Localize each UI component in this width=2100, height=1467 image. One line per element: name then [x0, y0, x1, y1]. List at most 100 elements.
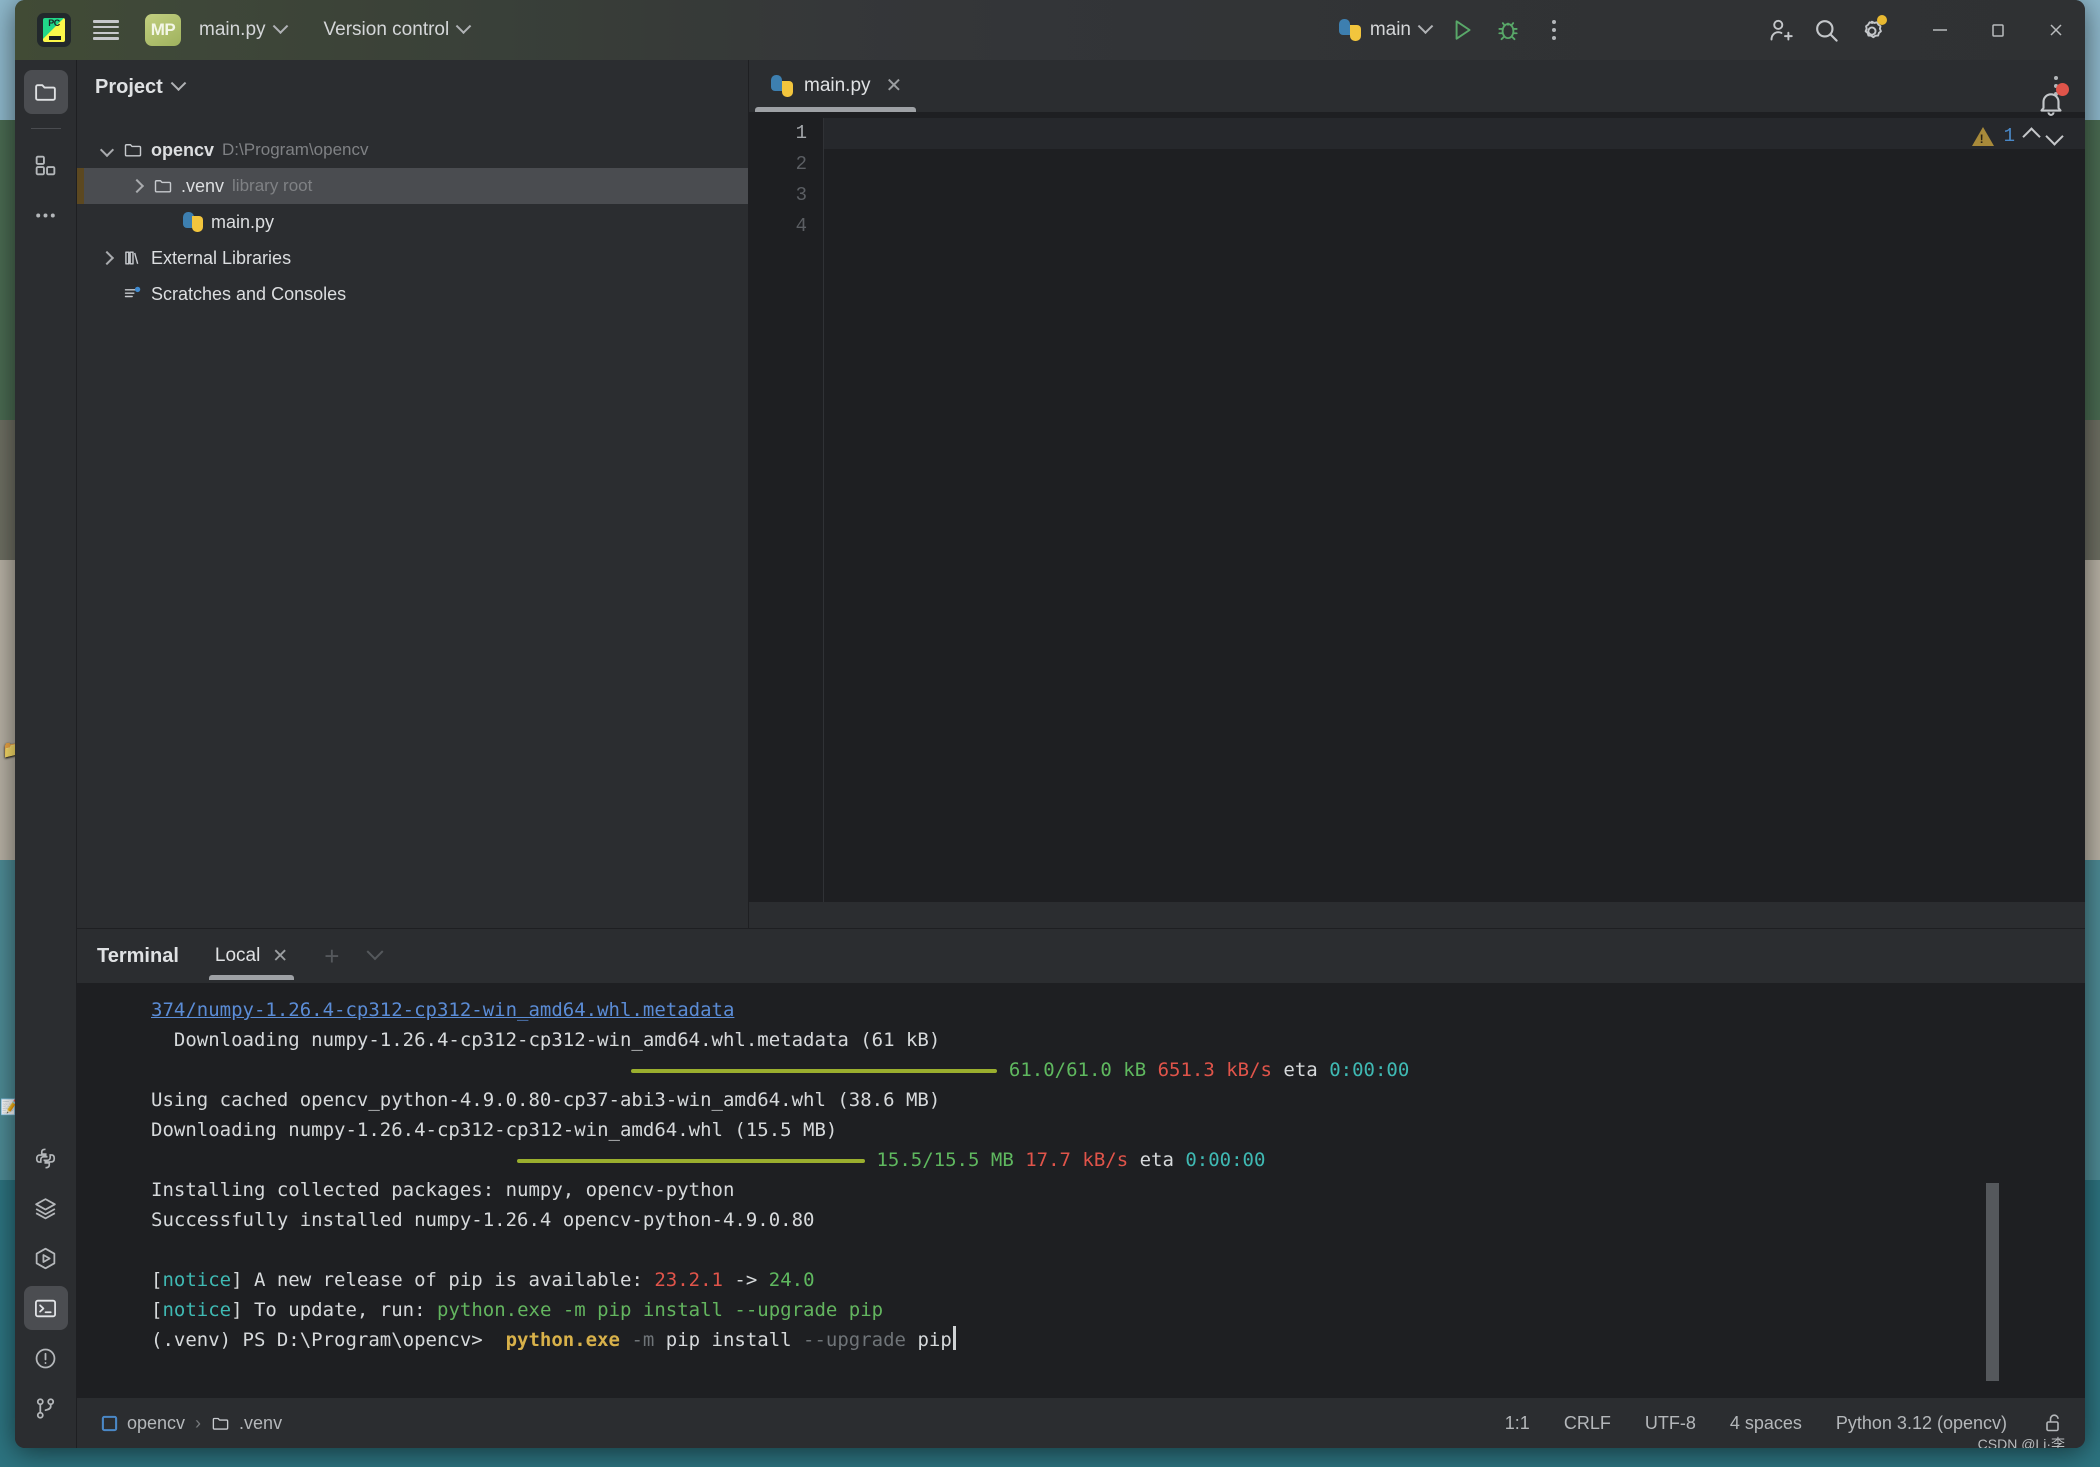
terminal-text: ] A new release of pip is available:: [231, 1269, 655, 1291]
bookmarks-tool-icon[interactable]: [24, 143, 68, 187]
editor-area: main.py ✕ 1 2 3 4 ! 1: [749, 60, 2085, 928]
python-console-icon[interactable]: [24, 1136, 68, 1180]
terminal-text: eta: [1271, 1059, 1330, 1081]
terminal-title: Terminal: [97, 944, 179, 967]
more-dots: [1539, 15, 1569, 45]
terminal-line: [notice] A new release of pip is availab…: [77, 1265, 2085, 1295]
run-configuration-selector[interactable]: main: [1331, 13, 1439, 47]
tree-row-opencv[interactable]: opencv D:\Program\opencv: [77, 132, 748, 168]
warning-triangle-icon: [1971, 126, 1994, 146]
terminal-text: 374/numpy-1.26.4-cp312-cp312-win_amd64.w…: [151, 999, 735, 1021]
services-layers-icon[interactable]: [24, 1186, 68, 1230]
tree-row-scratches[interactable]: Scratches and Consoles: [77, 276, 748, 312]
problems-icon[interactable]: [24, 1336, 68, 1380]
terminal-text: Installing collected packages: numpy, op…: [151, 1179, 735, 1201]
terminal-line: [notice] To update, run: python.exe -m p…: [77, 1295, 2085, 1325]
project-tool-icon[interactable]: [23, 70, 68, 114]
run-hexagon-icon[interactable]: [24, 1236, 68, 1280]
status-right-group: 1:1 CRLF UTF-8 4 spaces Python 3.12 (ope…: [1505, 1410, 2067, 1449]
terminal-text: 61.0/61.0 kB: [997, 1059, 1158, 1081]
terminal-output[interactable]: 374/numpy-1.26.4-cp312-cp312-win_amd64.w…: [77, 983, 2085, 1398]
chevron-down-icon[interactable]: [366, 943, 384, 961]
tree-sublabel: library root: [232, 176, 313, 195]
debug-button[interactable]: [1485, 7, 1531, 53]
window-body: Project opencv D:\Program\opencv .venv l…: [15, 60, 2085, 1448]
line-number: 2: [795, 153, 807, 175]
run-button[interactable]: [1439, 7, 1485, 53]
tree-label: External Libraries: [151, 247, 292, 268]
page-title: Project: [95, 75, 163, 98]
terminal-line: Installing collected packages: numpy, op…: [77, 1175, 2085, 1205]
chevron-down-icon[interactable]: [99, 142, 115, 158]
terminal-line: Downloading numpy-1.26.4-cp312-cp312-win…: [77, 1115, 2085, 1145]
search-icon[interactable]: [1803, 7, 1849, 53]
terminal-text: 0:00:00: [1185, 1149, 1266, 1171]
hamburger-menu-icon[interactable]: [93, 20, 119, 40]
add-user-icon[interactable]: [1757, 7, 1803, 53]
breadcrumb-venv[interactable]: .venv: [211, 1413, 282, 1434]
chevron-down-icon: [1417, 17, 1434, 34]
file-encoding[interactable]: UTF-8: [1645, 1413, 1696, 1434]
indent-setting[interactable]: 4 spaces: [1730, 1413, 1802, 1434]
project-tree: opencv D:\Program\opencv .venv library r…: [77, 114, 748, 312]
tree-label: opencv: [151, 139, 215, 160]
tree-label: main.py: [211, 211, 275, 232]
terminal-text: 651.3 kB/s: [1157, 1059, 1272, 1081]
settings-gear-icon[interactable]: [1849, 7, 1895, 53]
python-interpreter[interactable]: Python 3.12 (opencv): [1836, 1413, 2007, 1434]
tree-row-mainpy[interactable]: main.py: [77, 204, 748, 240]
terminal-text: ] To update, run:: [231, 1299, 437, 1321]
tab-main-py[interactable]: main.py ✕: [749, 60, 923, 112]
tree-sublabel: D:\Program\opencv: [222, 140, 369, 159]
terminal-text: Using cached opencv_python-4.9.0.80-cp37…: [151, 1089, 941, 1111]
chevron-down-icon[interactable]: [170, 74, 187, 91]
terminal-cursor: [952, 1326, 956, 1350]
maximize-button[interactable]: [1969, 0, 2027, 60]
line-separator[interactable]: CRLF: [1564, 1413, 1611, 1434]
editor-canvas[interactable]: 1 2 3 4 ! 1: [749, 112, 2085, 902]
chevron-right-icon[interactable]: [129, 178, 145, 194]
status-bar: opencv › .venv 1:1 CRLF UTF-8 4 spaces P…: [77, 1398, 2085, 1448]
editor-bottom-strip: [749, 902, 2085, 928]
terminal-text: 17.7 kB/s: [1025, 1149, 1129, 1171]
terminal-text: 24.0: [768, 1269, 815, 1291]
project-square-icon: [101, 1415, 118, 1432]
close-icon[interactable]: ✕: [272, 945, 288, 968]
download-progress-bar: [631, 1068, 998, 1073]
notifications-bell-icon[interactable]: [2024, 76, 2078, 130]
terminal-text: [: [151, 1269, 163, 1291]
chevron-right-icon[interactable]: [99, 250, 115, 266]
more-tool-windows-icon[interactable]: [24, 193, 68, 237]
unlocked-padlock-icon[interactable]: [2041, 1410, 2067, 1436]
tree-row-venv[interactable]: .venv library root: [77, 168, 748, 204]
tree-row-external-libraries[interactable]: External Libraries: [77, 240, 748, 276]
close-button[interactable]: [2027, 0, 2085, 60]
terminal-line: 61.0/61.0 kB 651.3 kB/s eta 0:00:00: [77, 1055, 2085, 1085]
cursor-position[interactable]: 1:1: [1505, 1413, 1530, 1434]
terminal-scrollbar[interactable]: [1986, 1183, 1999, 1381]
python-icon: [1338, 19, 1361, 41]
terminal-tab-local[interactable]: Local ✕: [208, 933, 295, 980]
python-file-icon: [183, 212, 203, 232]
folder-icon: [123, 140, 143, 160]
breadcrumb-label: opencv: [127, 1412, 186, 1433]
new-terminal-tab-icon[interactable]: +: [324, 943, 339, 969]
minimize-button[interactable]: [1911, 0, 1969, 60]
left-tool-rail: [15, 60, 77, 1448]
more-vertical-icon[interactable]: [1531, 7, 1577, 53]
project-badge[interactable]: MP: [145, 14, 181, 46]
code-line: [824, 118, 2085, 149]
close-icon[interactable]: ✕: [886, 76, 903, 96]
main-content: Project opencv D:\Program\opencv .venv l…: [77, 60, 2085, 1448]
version-control-dropdown[interactable]: Version control: [316, 13, 478, 47]
git-branch-icon[interactable]: [24, 1386, 68, 1430]
terminal-icon[interactable]: [23, 1286, 68, 1330]
file-dropdown[interactable]: main.py: [191, 13, 294, 47]
breadcrumb-project[interactable]: opencv: [101, 1413, 185, 1434]
terminal-header: Terminal Local ✕ +: [77, 929, 2085, 983]
window-controls: [1911, 0, 2085, 60]
code-text-area[interactable]: [824, 112, 2085, 902]
